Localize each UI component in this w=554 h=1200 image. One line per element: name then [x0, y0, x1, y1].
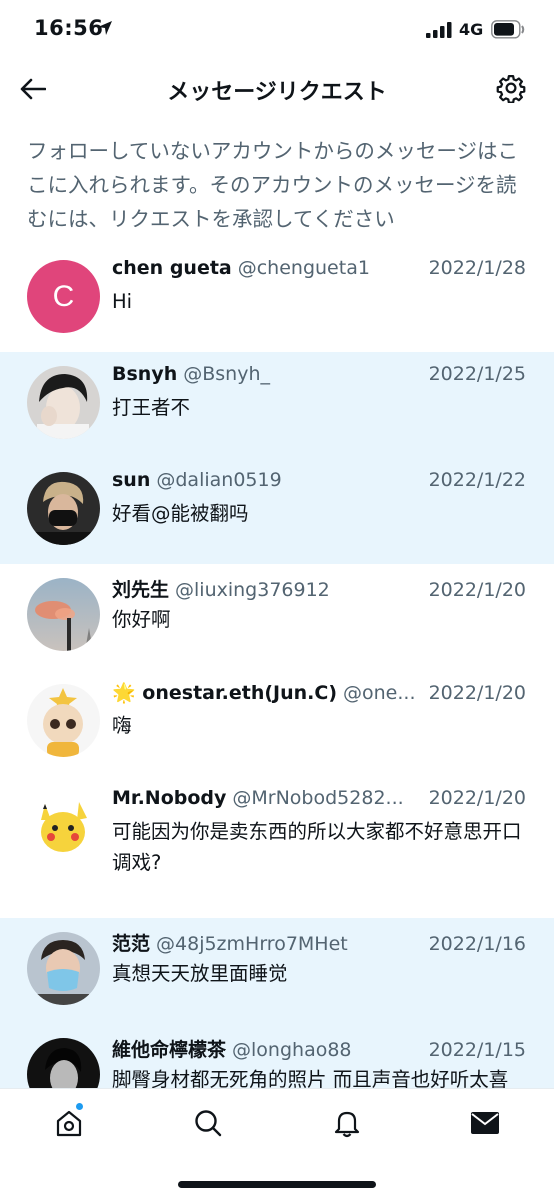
avatar[interactable]: C [27, 260, 100, 333]
avatar[interactable] [27, 684, 100, 757]
message-preview: 可能因为你是卖东西的所以大家都不好意思开口调戏? [112, 820, 522, 874]
message-date: 2022/1/15 [428, 1039, 526, 1061]
sender-handle: @dalian0519 [156, 469, 282, 491]
sender-handle: @longhao88 [232, 1039, 352, 1061]
location-arrow-icon [98, 21, 112, 35]
avatar-letter: C [52, 279, 75, 313]
message-preview: 真想天天放里面睡觉 [112, 962, 288, 985]
sender-name: 刘先生 [112, 579, 170, 601]
settings-button[interactable] [494, 71, 528, 105]
sender-handle: @48j5zmHrro7MHet [156, 933, 348, 955]
list-item[interactable]: Bsnyh @Bsnyh_ 2022/1/25 打王者不 [0, 352, 554, 458]
message-date: 2022/1/20 [428, 682, 526, 704]
sender-name: sun [112, 469, 151, 491]
sender-name: 范范 [112, 933, 151, 955]
message-date: 2022/1/25 [428, 363, 526, 385]
message-date: 2022/1/28 [428, 257, 526, 279]
avatar[interactable] [27, 472, 100, 545]
message-preview: 嗨 [112, 714, 132, 737]
avatar-photo [27, 932, 100, 1005]
sender-handle: @one... [343, 682, 416, 704]
navigation-bar: メッセージリクエスト [0, 60, 554, 118]
message-date: 2022/1/16 [428, 933, 526, 955]
list-item[interactable]: Mr.Nobody @MrNobod5282... 2022/1/20 可能因为… [0, 776, 554, 918]
status-bar: 16:56 4G [0, 0, 554, 60]
tab-notifications[interactable] [329, 1105, 365, 1141]
battery-icon [491, 20, 525, 39]
status-time: 16:56 [34, 16, 104, 40]
avatar-photo [27, 366, 100, 439]
list-item[interactable]: 🌟 onestar.eth(Jun.C) @one... 2022/1/20 嗨 [0, 670, 554, 776]
avatar-photo [27, 578, 100, 651]
sender-name: Mr.Nobody [112, 787, 227, 809]
message-request-list: C chen gueta @chengueta1 2022/1/28 Hi Bs… [0, 246, 554, 1166]
sender-name-text: onestar.eth(Jun.C) [142, 682, 338, 704]
home-indicator [178, 1181, 376, 1188]
avatar-photo [27, 472, 100, 545]
list-item[interactable]: C chen gueta @chengueta1 2022/1/28 Hi [0, 246, 554, 352]
sender-name: chen gueta [112, 257, 232, 279]
avatar-photo [27, 790, 100, 863]
sender-name: Bsnyh [112, 363, 178, 385]
home-icon [56, 1110, 82, 1137]
avatar[interactable] [27, 932, 100, 1005]
sender-handle: @Bsnyh_ [183, 363, 270, 385]
sender-name: 🌟 onestar.eth(Jun.C) [112, 681, 337, 704]
signal-icon [426, 22, 452, 38]
tab-home[interactable] [51, 1105, 87, 1141]
avatar[interactable] [27, 578, 100, 651]
page-title: メッセージリクエスト [167, 80, 387, 105]
list-item[interactable]: sun @dalian0519 2022/1/22 好看@能被翻吗 [0, 458, 554, 564]
message-preview: 好看@能被翻吗 [112, 502, 249, 525]
message-date: 2022/1/20 [428, 787, 526, 809]
sender-handle: @chengueta1 [237, 257, 370, 279]
request-notice: フォローしていないアカウントからのメッセージはここに入れられます。そのアカウント… [27, 139, 518, 231]
notification-dot [76, 1103, 83, 1110]
message-date: 2022/1/20 [428, 579, 526, 601]
bell-icon [334, 1111, 360, 1138]
network-type: 4G [459, 20, 484, 39]
tab-messages[interactable] [467, 1105, 503, 1141]
message-preview: 打王者不 [112, 396, 191, 419]
list-item[interactable]: 范范 @48j5zmHrro7MHet 2022/1/16 真想天天放里面睡觉 [0, 918, 554, 1024]
star-emoji-icon: 🌟 [112, 682, 136, 704]
gear-icon [496, 75, 526, 103]
message-date: 2022/1/22 [428, 469, 526, 491]
sender-handle: @liuxing376912 [175, 579, 330, 601]
avatar[interactable] [27, 790, 100, 863]
avatar[interactable] [27, 366, 100, 439]
avatar-photo [27, 684, 100, 757]
tab-search[interactable] [190, 1105, 226, 1141]
envelope-icon [471, 1112, 499, 1134]
sender-name: 維他命檸檬茶 [112, 1039, 227, 1061]
message-preview: Hi [112, 290, 133, 313]
list-item[interactable]: 刘先生 @liuxing376912 2022/1/20 你好啊 [0, 564, 554, 670]
message-preview: 你好啊 [112, 608, 171, 631]
search-icon [195, 1110, 222, 1137]
sender-handle: @MrNobod5282... [232, 787, 404, 809]
